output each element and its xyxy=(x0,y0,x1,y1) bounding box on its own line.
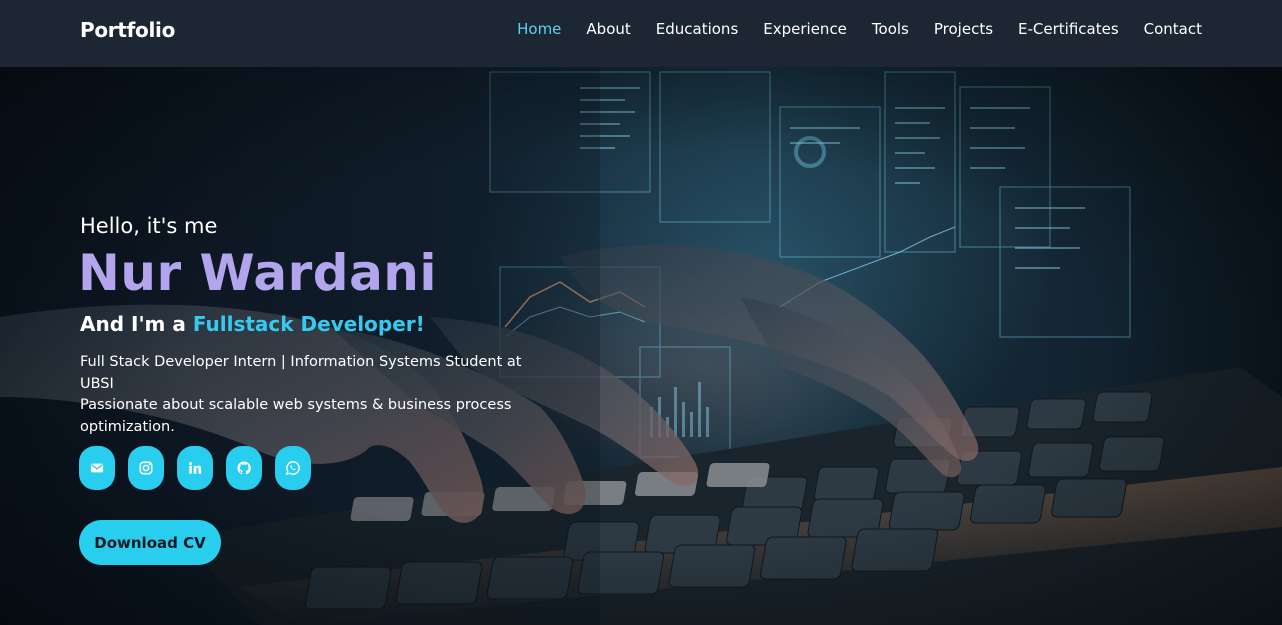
navbar: Portfolio Home About Educations Experien… xyxy=(0,0,1282,67)
hero-description: Full Stack Developer Intern | Informatio… xyxy=(80,352,550,438)
github-button[interactable] xyxy=(226,446,262,490)
download-cv-button[interactable]: Download CV xyxy=(79,520,221,565)
linkedin-button[interactable] xyxy=(177,446,213,490)
nav-home[interactable]: Home xyxy=(517,20,561,38)
role-title: Fullstack Developer! xyxy=(192,312,425,336)
nav-experience[interactable]: Experience xyxy=(763,20,847,38)
nav-e-certificates[interactable]: E-Certificates xyxy=(1018,20,1119,38)
nav-contact[interactable]: Contact xyxy=(1144,20,1202,38)
role-prefix: And I'm a xyxy=(80,312,193,336)
description-line-1: Full Stack Developer Intern | Informatio… xyxy=(80,354,522,392)
instagram-icon xyxy=(139,461,153,475)
nav-about[interactable]: About xyxy=(586,20,630,38)
nav-projects[interactable]: Projects xyxy=(934,20,993,38)
linkedin-icon xyxy=(189,461,202,474)
email-button[interactable] xyxy=(79,446,115,490)
github-icon xyxy=(237,461,251,475)
hero-greeting: Hello, it's me xyxy=(80,214,218,238)
whatsapp-button[interactable] xyxy=(275,446,311,490)
hero-name: Nur Wardani xyxy=(78,244,438,302)
email-icon xyxy=(90,463,104,473)
whatsapp-icon xyxy=(286,461,300,475)
instagram-button[interactable] xyxy=(128,446,164,490)
logo[interactable]: Portfolio xyxy=(80,18,175,42)
nav-educations[interactable]: Educations xyxy=(656,20,739,38)
social-links xyxy=(79,446,324,490)
nav-tools[interactable]: Tools xyxy=(872,20,909,38)
nav-menu: Home About Educations Experience Tools P… xyxy=(492,20,1202,38)
description-line-2: Passionate about scalable web systems & … xyxy=(80,397,512,435)
hero-role-line: And I'm a Fullstack Developer! xyxy=(80,312,425,336)
